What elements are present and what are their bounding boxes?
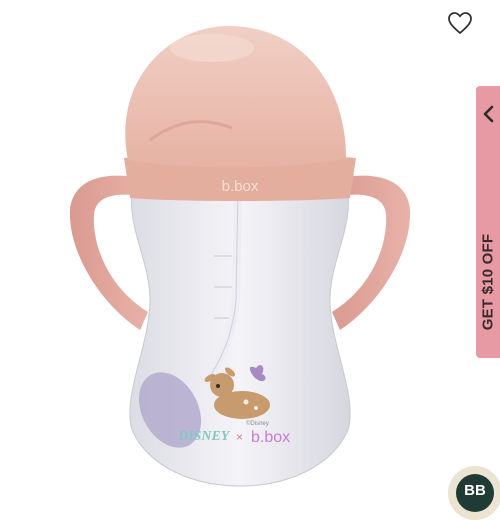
product-image: ©Disney DISNEY × b.box b.box [0,0,500,500]
chat-launcher[interactable]: BB [448,466,500,520]
chevron-left-icon[interactable] [476,104,500,124]
heart-outline-icon [448,12,472,35]
sippy-cup-illustration: ©Disney DISNEY × b.box b.box [69,25,411,487]
wishlist-button[interactable] [444,8,476,38]
disney-logo-text: DISNEY [177,429,231,444]
lid-brand-text: b.box [222,178,259,195]
copyright-mark: ©Disney [246,420,269,427]
chat-avatar[interactable]: BB [456,474,494,512]
promo-tab[interactable]: GET $10 OFF [476,86,500,358]
promo-label[interactable]: GET $10 OFF [480,234,497,330]
collab-x: × [236,430,243,444]
bbox-logo-text: b.box [251,429,290,446]
